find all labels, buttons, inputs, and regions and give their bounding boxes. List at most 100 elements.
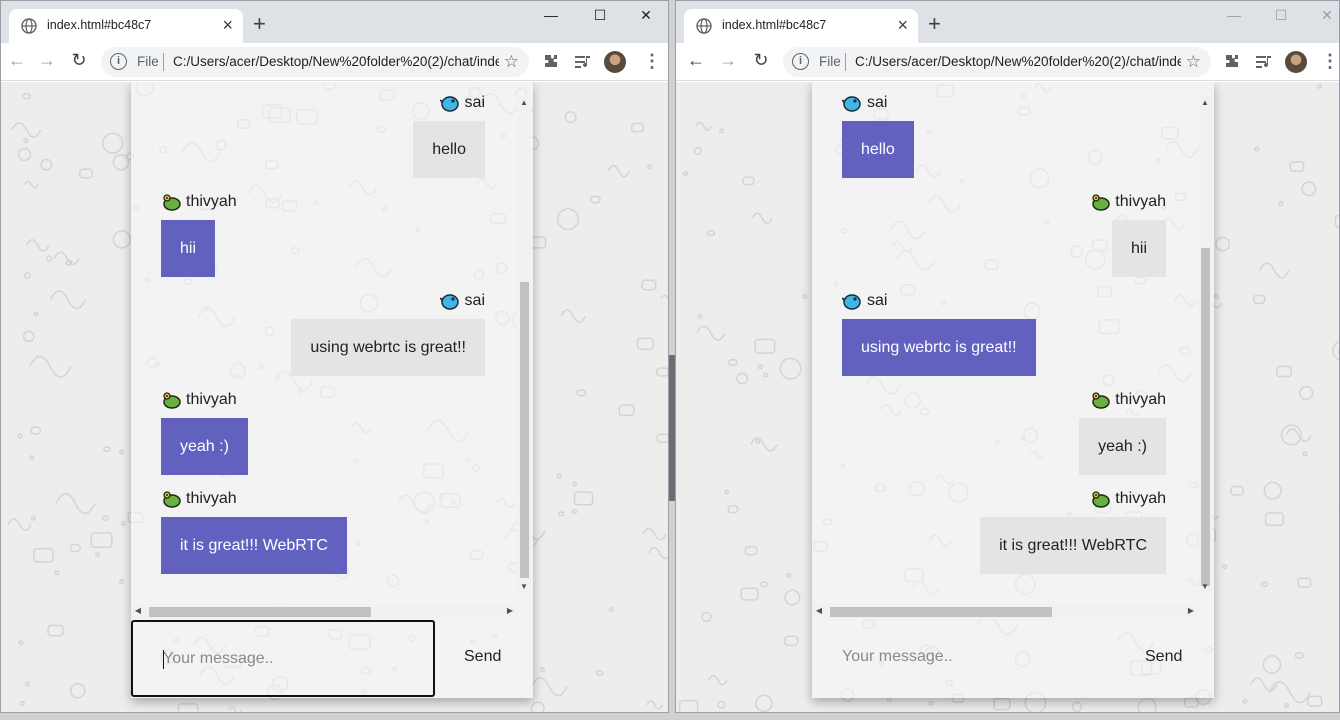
scrollbar-thumb[interactable] (830, 607, 1052, 617)
wallpaper-doodle (648, 546, 668, 560)
sender-name: sai (464, 292, 485, 309)
scrollbar-thumb[interactable] (520, 282, 529, 578)
minimize-icon[interactable]: — (541, 7, 561, 23)
chat-panel: sai hello thivyah hii sai using webrtc is gre… (131, 82, 533, 698)
green-frog-icon (1092, 194, 1111, 211)
star-icon[interactable]: ☆ (1186, 52, 1201, 72)
scrollbar-thumb[interactable] (149, 607, 371, 617)
send-button[interactable]: Send (464, 648, 501, 666)
scroll-left-icon[interactable]: ◀ (131, 604, 145, 618)
wallpaper-doodle (69, 682, 86, 699)
blue-bird-icon (438, 96, 459, 112)
reload-icon[interactable]: ↻ (749, 50, 773, 71)
wallpaper-doodle (1289, 161, 1305, 172)
info-icon[interactable]: i (110, 53, 127, 70)
profile-avatar[interactable] (604, 51, 626, 73)
message-input[interactable]: Your message.. (131, 620, 435, 697)
wallpaper-doodle (1285, 428, 1312, 443)
back-arrow-icon[interactable]: ← (5, 50, 29, 71)
maximize-icon[interactable]: ☐ (1271, 7, 1291, 24)
forward-arrow-icon[interactable]: → (716, 50, 740, 71)
puzzle-icon[interactable] (541, 52, 561, 72)
wallpaper-doodle (47, 624, 64, 637)
wallpaper-doodle (1215, 236, 1231, 252)
wallpaper-doodle (1071, 701, 1083, 712)
url-text[interactable]: C:/Users/acer/Desktop/New%20folder%20(2)… (173, 54, 499, 69)
vertical-scrollbar[interactable]: ▲ ▼ (1198, 96, 1212, 594)
vertical-scrollbar[interactable]: ▲ ▼ (517, 96, 531, 594)
media-control-icon[interactable] (1254, 52, 1274, 72)
wallpaper-doodle (25, 239, 50, 252)
green-frog-icon (1092, 392, 1111, 409)
send-button[interactable]: Send (1145, 648, 1182, 666)
window-close-icon[interactable]: ✕ (1317, 7, 1337, 24)
scroll-down-icon[interactable]: ▼ (1198, 580, 1212, 594)
omnibox[interactable]: i File C:/Users/acer/Desktop/New%20folde… (783, 47, 1211, 77)
minimize-icon[interactable]: — (1224, 7, 1244, 23)
puzzle-icon[interactable] (1222, 52, 1242, 72)
plus-icon[interactable]: + (928, 13, 941, 35)
wallpaper-doodle (727, 358, 738, 367)
wallpaper-doodle (1307, 695, 1323, 707)
wallpaper-doodle (576, 389, 587, 397)
message-item: thivyah hii (131, 193, 517, 283)
wallpaper-doodle (1264, 512, 1285, 527)
maximize-icon[interactable]: ☐ (590, 7, 610, 24)
window-close-icon[interactable]: ✕ (636, 7, 656, 24)
tab-strip: index.html#bc48c7 × + — ☐ ✕ (676, 1, 1339, 43)
wallpaper-doodle (556, 473, 562, 479)
close-icon[interactable]: × (897, 15, 908, 35)
wallpaper-doodle (744, 545, 758, 556)
message-input[interactable]: Your message.. (812, 620, 1116, 697)
sender-label: thivyah (1090, 490, 1166, 512)
sender-name: thivyah (1115, 490, 1166, 507)
profile-avatar[interactable] (1285, 51, 1307, 73)
forward-arrow-icon[interactable]: → (35, 50, 59, 71)
kebab-menu-icon[interactable]: ⋮ (1321, 51, 1339, 71)
tab-strip: index.html#bc48c7 × + — ☐ ✕ (1, 1, 668, 43)
wallpaper-doodle (228, 706, 242, 712)
wallpaper-doodle (1254, 146, 1260, 152)
wallpaper-doodle (1278, 200, 1284, 207)
wallpaper-doodle (557, 511, 565, 517)
close-icon[interactable]: × (222, 15, 233, 35)
wallpaper-doodle (1263, 481, 1282, 500)
browser-window-right: index.html#bc48c7 × + — ☐ ✕ ← → ↻ i File… (675, 0, 1340, 713)
wallpaper-doodle (55, 493, 96, 515)
wallpaper-doodle (1250, 677, 1278, 692)
reload-icon[interactable]: ↻ (67, 50, 91, 71)
wallpaper-doodle (69, 543, 81, 553)
browser-tab[interactable]: index.html#bc48c7 × (684, 9, 918, 43)
message-item: sai using webrtc is great!! (131, 292, 517, 382)
wallpaper-doodle (572, 508, 578, 515)
scroll-up-icon[interactable]: ▲ (517, 96, 531, 110)
info-icon[interactable]: i (792, 53, 809, 70)
scrollbar-thumb[interactable] (1201, 248, 1210, 586)
browser-tab[interactable]: index.html#bc48c7 × (9, 9, 243, 43)
star-icon[interactable]: ☆ (504, 52, 519, 72)
wallpaper-doodle (784, 635, 799, 647)
wallpaper-doodle (1276, 365, 1293, 378)
back-arrow-icon[interactable]: ← (684, 50, 708, 71)
horizontal-scrollbar[interactable]: ◀ ▶ (812, 604, 1198, 618)
plus-icon[interactable]: + (253, 13, 266, 35)
wallpaper-doodle (49, 290, 87, 310)
blue-bird-icon (438, 294, 459, 310)
wallpaper-doodle (7, 518, 32, 532)
media-control-icon[interactable] (573, 52, 593, 72)
wallpaper-doodle (755, 694, 773, 712)
omnibox[interactable]: i File C:/Users/acer/Desktop/New%20folde… (101, 47, 529, 77)
scroll-right-icon[interactable]: ▶ (503, 604, 517, 618)
url-text[interactable]: C:/Users/acer/Desktop/New%20folder%20(2)… (855, 54, 1181, 69)
kebab-menu-icon[interactable]: ⋮ (643, 51, 661, 71)
message-bubble: it is great!!! WebRTC (980, 517, 1166, 574)
horizontal-scrollbar[interactable]: ◀ ▶ (131, 604, 517, 618)
wallpaper-doodle (757, 364, 763, 370)
message-bubble: hello (842, 121, 914, 178)
scroll-left-icon[interactable]: ◀ (812, 604, 826, 618)
wallpaper-doodle (751, 212, 773, 224)
scroll-up-icon[interactable]: ▲ (1198, 96, 1212, 110)
wallpaper-doodle (607, 164, 631, 178)
scroll-right-icon[interactable]: ▶ (1184, 604, 1198, 618)
scroll-down-icon[interactable]: ▼ (517, 580, 531, 594)
